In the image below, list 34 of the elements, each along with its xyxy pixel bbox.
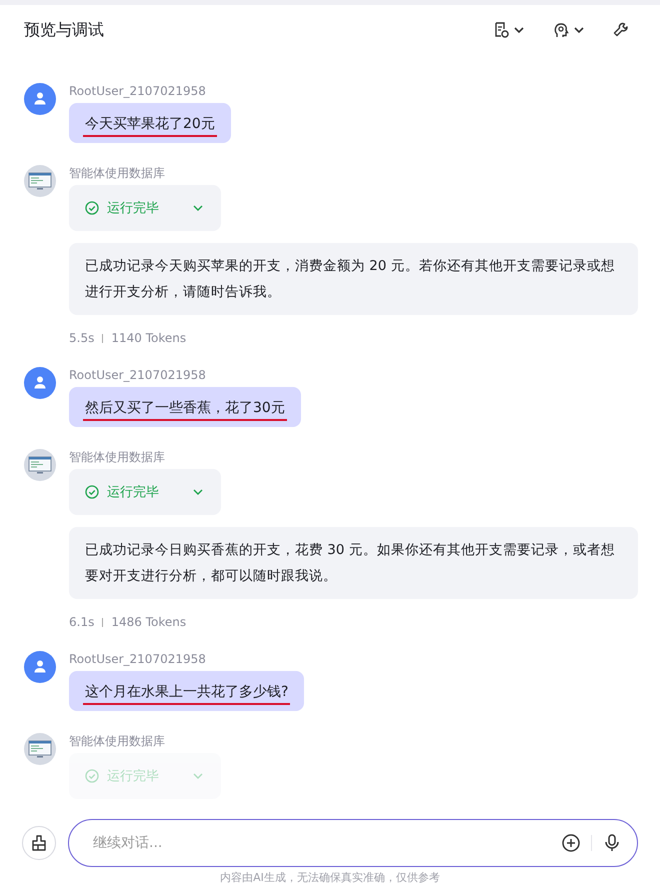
user-message: 然后又买了一些香蕉，花了30元 [69,387,301,427]
author-name: RootUser_2107021958 [69,367,206,383]
user-message: 今天买苹果花了20元 [69,103,231,143]
user-avatar-icon [24,367,56,399]
bot-reply: 已成功记录今日购买香蕉的开支，花费 30 元。如果你还有其他开支需要记录，或者想要对开支进行分析，都可以随时跟我说。 [69,527,638,599]
broom-icon [30,834,48,852]
author-name: 智能体使用数据库 [69,733,165,749]
monitor-icon [24,165,56,197]
user-avatar-icon [24,83,56,115]
panel-title: 预览与调试 [24,20,105,40]
chat-input-field[interactable]: 继续对话... [91,834,547,852]
user-message: 这个月在水果上一共花了多少钱? [69,671,304,711]
clear-context-button[interactable] [22,826,56,860]
disclaimer-text: 内容由AI生成，无法确保真实准确，仅供参考 [219,870,441,886]
run-status-toggle[interactable]: 运行完毕 [69,469,221,515]
author-name: 智能体使用数据库 [69,449,165,465]
monitor-icon [24,733,56,765]
check-circle-icon [85,201,99,215]
check-circle-icon [85,485,99,499]
add-button[interactable] [561,833,581,853]
response-time: 5.5s [69,331,94,345]
run-status-toggle[interactable]: 运行完毕 [69,185,221,231]
author-name: RootUser_2107021958 [69,651,206,667]
response-time: 6.1s [69,615,94,629]
author-name: 智能体使用数据库 [69,165,165,181]
monitor-icon [24,449,56,481]
head-icon [552,21,570,39]
bot-reply: 已成功记录今天购买苹果的开支，消费金额为 20 元。若你还有其他开支需要记录或想进行开支分析，请随时告诉我。 [69,243,638,315]
check-circle-icon [85,769,99,783]
user-avatar-icon [24,651,56,683]
token-count: 1140 Tokens [111,331,186,345]
chat-input-box[interactable]: 继续对话... [68,819,638,867]
token-count: 1486 Tokens [111,615,186,629]
author-name: RootUser_2107021958 [69,83,206,99]
